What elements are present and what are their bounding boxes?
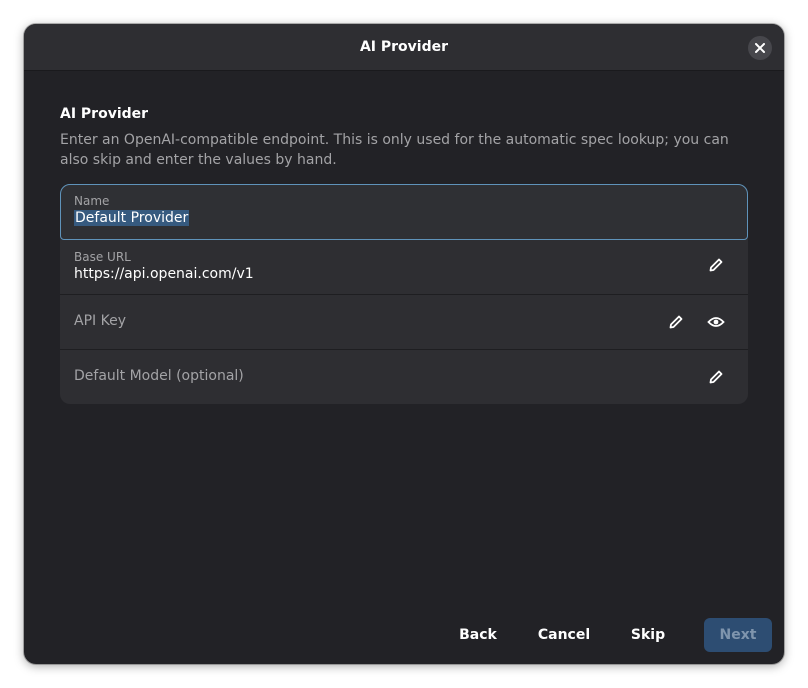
base-url-field-label: Base URL xyxy=(74,250,131,264)
cancel-button[interactable]: Cancel xyxy=(528,618,600,652)
api-key-entry-row[interactable]: API Key xyxy=(60,294,748,348)
next-button[interactable]: Next xyxy=(704,618,772,652)
default-model-entry-row[interactable]: Default Model (optional) xyxy=(60,349,748,404)
dialog-title: AI Provider xyxy=(359,39,449,55)
name-field-value: Default Provider xyxy=(74,210,190,226)
name-field-label: Name xyxy=(74,194,110,208)
base-url-field-value[interactable]: https://api.openai.com/v1 xyxy=(74,266,254,282)
name-field-input[interactable]: Default Provider xyxy=(74,210,190,226)
header-bar: AI Provider xyxy=(24,24,784,71)
provider-fields-list: Name Default Provider Base URL https://a… xyxy=(60,184,748,404)
base-url-entry-row[interactable]: Base URL https://api.openai.com/v1 xyxy=(60,240,748,294)
close-button[interactable] xyxy=(748,36,772,60)
section-title: AI Provider xyxy=(60,106,149,122)
ai-provider-dialog: AI Provider AI Provider Enter an OpenAI-… xyxy=(24,24,784,664)
eye-icon xyxy=(707,315,725,329)
api-key-placeholder: API Key xyxy=(74,313,126,329)
pencil-icon xyxy=(708,257,724,273)
section-description: Enter an OpenAI-compatible endpoint. Thi… xyxy=(60,132,729,168)
default-model-edit-button[interactable] xyxy=(704,365,728,389)
base-url-edit-button[interactable] xyxy=(704,253,728,277)
pencil-icon xyxy=(708,369,724,385)
name-entry-row[interactable]: Name Default Provider xyxy=(60,184,748,240)
api-key-reveal-button[interactable] xyxy=(704,310,728,334)
api-key-edit-button[interactable] xyxy=(664,310,688,334)
pencil-icon xyxy=(668,314,684,330)
default-model-placeholder: Default Model (optional) xyxy=(74,368,244,384)
close-icon xyxy=(755,43,765,53)
skip-button[interactable]: Skip xyxy=(620,618,676,652)
back-button[interactable]: Back xyxy=(448,618,508,652)
